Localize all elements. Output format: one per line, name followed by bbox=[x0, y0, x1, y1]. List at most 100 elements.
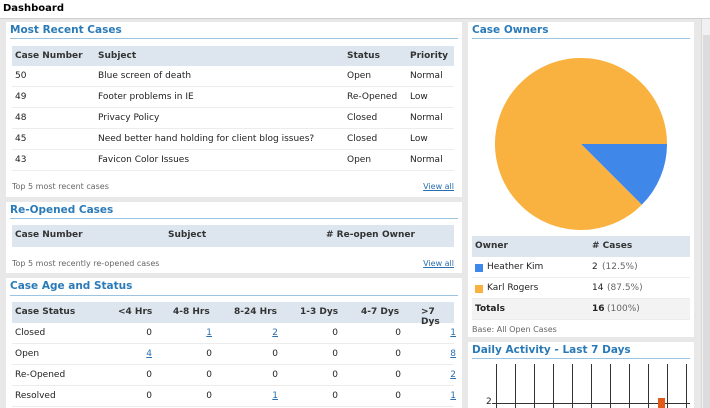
count-1-3-dys: 0 bbox=[332, 349, 338, 359]
count-8-24-hrs: 0 bbox=[272, 349, 278, 359]
col-8-24-hrs: 8-24 Hrs bbox=[234, 307, 277, 317]
vertical-scrollbar[interactable] bbox=[701, 19, 710, 408]
totals-label: Totals bbox=[475, 304, 505, 314]
recent-cases-footnote: Top 5 most recent cases bbox=[12, 182, 109, 191]
col-4-7-dys: 4-7 Dys bbox=[361, 307, 400, 317]
reopened-cases-view-all-link[interactable]: View all bbox=[423, 259, 454, 268]
case-subject: Privacy Policy bbox=[98, 113, 160, 123]
count-8-24-hrs-link[interactable]: 1 bbox=[258, 391, 278, 401]
table-row[interactable]: 43 Favicon Color Issues Open Normal bbox=[12, 150, 454, 171]
col-reopen-count: # Re-open bbox=[326, 230, 379, 240]
reopened-cases-footer: Top 5 most recently re-opened cases View… bbox=[12, 259, 454, 271]
count-8-24-hrs-link[interactable]: 2 bbox=[258, 328, 278, 338]
case-number: 43 bbox=[15, 155, 27, 165]
legend-swatch-orange bbox=[475, 285, 483, 293]
recent-cases-header: Case Number Subject Status Priority bbox=[12, 46, 454, 66]
col-case-status: Case Status bbox=[15, 307, 76, 317]
reopened-cases-title: Re-Opened Cases bbox=[10, 204, 114, 216]
case-number: 48 bbox=[15, 113, 27, 123]
scrollbar-thumb[interactable] bbox=[703, 35, 710, 408]
count-4-7-dys: 0 bbox=[395, 328, 401, 338]
case-status: Closed bbox=[347, 134, 378, 144]
table-row[interactable]: 45 Need better hand holding for client b… bbox=[12, 129, 454, 150]
case-age-status: Re-Opened bbox=[15, 370, 66, 380]
owner-row[interactable]: Heather Kim 2 (12.5%) bbox=[472, 257, 690, 278]
col-subject: Subject bbox=[168, 230, 207, 240]
table-row: Closed 0 1 2 0 0 1 bbox=[12, 323, 456, 344]
table-row: Open 4 0 0 0 0 8 bbox=[12, 344, 456, 365]
daily-activity-chart bbox=[492, 364, 690, 408]
totals-percent: (100%) bbox=[607, 304, 640, 314]
count-4-7-dys: 0 bbox=[395, 349, 401, 359]
table-row[interactable]: 50 Blue screen of death Open Normal bbox=[12, 66, 454, 87]
count-gt-7-dys-link[interactable]: 1 bbox=[436, 391, 456, 401]
count-lt-4-hrs: 0 bbox=[146, 328, 152, 338]
case-status: Open bbox=[347, 71, 372, 81]
page-title: Dashboard bbox=[3, 3, 64, 14]
case-age-title: Case Age and Status bbox=[10, 280, 133, 292]
panel-divider bbox=[10, 38, 458, 39]
case-status: Open bbox=[347, 155, 372, 165]
reopened-cases-panel: Re-Opened Cases Case Number Subject # Re… bbox=[6, 202, 462, 273]
case-priority: Low bbox=[410, 134, 428, 144]
col-lt-4-hrs: <4 Hrs bbox=[118, 307, 153, 317]
case-number: 50 bbox=[15, 71, 27, 81]
case-owners-pie-chart bbox=[494, 58, 667, 231]
y-axis-tick: 2 bbox=[486, 397, 492, 407]
owner-percent: (87.5%) bbox=[607, 283, 643, 293]
col-owner: Owner bbox=[382, 230, 415, 240]
recent-cases-view-all-link[interactable]: View all bbox=[423, 182, 454, 191]
case-owners-title: Case Owners bbox=[472, 24, 549, 36]
case-owners-header: Owner # Cases bbox=[472, 236, 690, 257]
count-gt-7-dys-link[interactable]: 1 bbox=[436, 328, 456, 338]
count-lt-4-hrs: 0 bbox=[146, 391, 152, 401]
table-row[interactable]: 49 Footer problems in IE Re-Opened Low bbox=[12, 87, 454, 108]
col-status: Status bbox=[347, 51, 380, 61]
owner-name: Heather Kim bbox=[487, 262, 544, 272]
legend-swatch-blue bbox=[475, 264, 483, 272]
table-row: Re-Opened 0 0 0 0 0 2 bbox=[12, 365, 456, 386]
col-subject: Subject bbox=[98, 51, 137, 61]
case-priority: Normal bbox=[410, 155, 443, 165]
table-row[interactable]: 48 Privacy Policy Closed Normal bbox=[12, 108, 454, 129]
totals-row: Totals 16 (100%) bbox=[472, 299, 690, 320]
count-gt-7-dys-link[interactable]: 2 bbox=[436, 370, 456, 380]
col-4-8-hrs: 4-8 Hrs bbox=[173, 307, 210, 317]
col-priority: Priority bbox=[410, 51, 448, 61]
count-4-8-hrs: 0 bbox=[206, 349, 212, 359]
col-case-number: Case Number bbox=[15, 51, 83, 61]
owner-name: Karl Rogers bbox=[487, 283, 539, 293]
case-owners-panel: Case Owners Owner # Cases Heather Kim 2 … bbox=[468, 22, 694, 337]
case-subject: Favicon Color Issues bbox=[98, 155, 190, 165]
owner-row[interactable]: Karl Rogers 14 (87.5%) bbox=[472, 278, 690, 299]
case-subject: Blue screen of death bbox=[98, 71, 192, 81]
case-owners-footnote: Base: All Open Cases bbox=[472, 325, 557, 334]
count-1-3-dys: 0 bbox=[332, 370, 338, 380]
case-status: Closed bbox=[347, 113, 378, 123]
panel-divider bbox=[472, 38, 690, 39]
count-8-24-hrs: 0 bbox=[272, 370, 278, 380]
case-age-panel: Case Age and Status Case Status <4 Hrs 4… bbox=[6, 278, 462, 408]
count-4-7-dys: 0 bbox=[395, 370, 401, 380]
count-gt-7-dys-link[interactable]: 8 bbox=[436, 349, 456, 359]
count-1-3-dys: 0 bbox=[332, 391, 338, 401]
count-4-8-hrs: 0 bbox=[206, 391, 212, 401]
case-subject: Footer problems in IE bbox=[98, 92, 194, 102]
case-age-status: Closed bbox=[15, 328, 46, 338]
count-4-8-hrs-link[interactable]: 1 bbox=[192, 328, 212, 338]
panel-divider bbox=[472, 358, 690, 359]
daily-activity-title: Daily Activity - Last 7 Days bbox=[472, 344, 631, 356]
case-status: Re-Opened bbox=[347, 92, 398, 102]
case-age-status: Resolved bbox=[15, 391, 56, 401]
panel-divider bbox=[10, 218, 458, 219]
count-lt-4-hrs-link[interactable]: 4 bbox=[132, 349, 152, 359]
case-priority: Normal bbox=[410, 71, 443, 81]
count-4-7-dys: 0 bbox=[395, 391, 401, 401]
count-lt-4-hrs: 0 bbox=[146, 370, 152, 380]
case-number: 49 bbox=[15, 92, 27, 102]
count-1-3-dys: 0 bbox=[332, 328, 338, 338]
most-recent-cases-title: Most Recent Cases bbox=[10, 24, 122, 36]
col-owner: Owner bbox=[475, 241, 508, 251]
daily-activity-panel: Daily Activity - Last 7 Days 2 bbox=[468, 342, 694, 408]
owner-percent: (12.5%) bbox=[602, 262, 638, 272]
